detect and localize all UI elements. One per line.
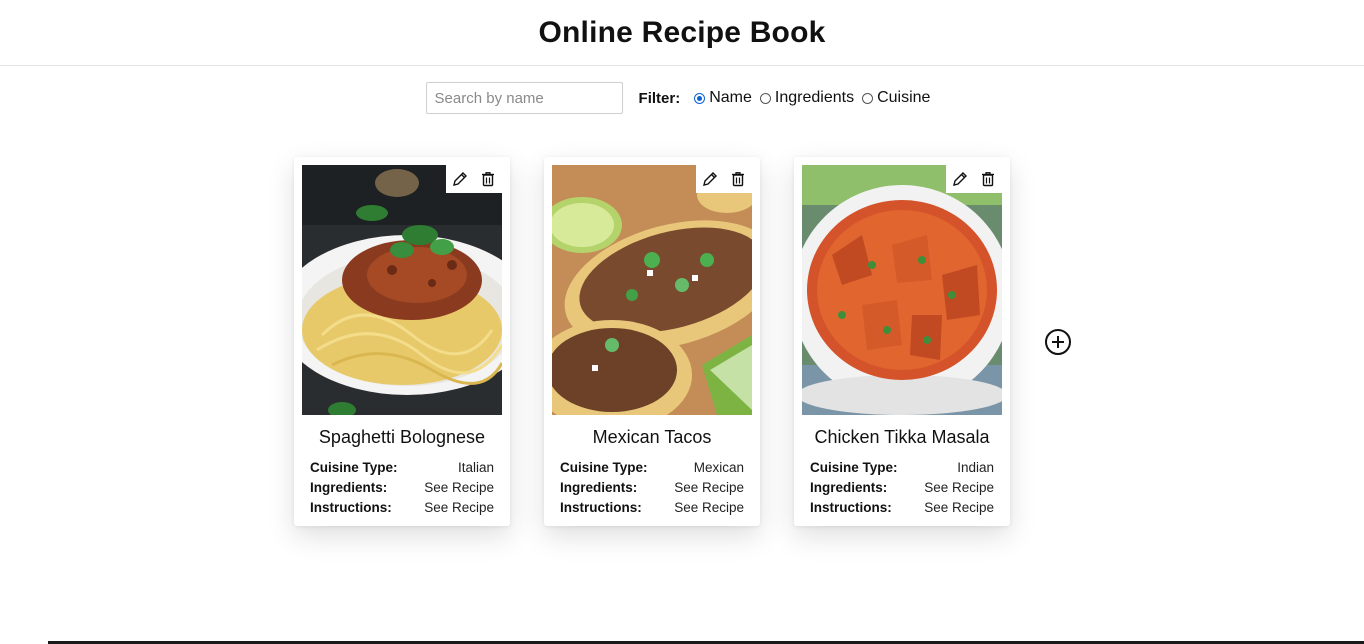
filter-option-label: Name [709,89,752,106]
see-recipe-link[interactable]: See Recipe [924,498,994,518]
filter-radio-group: Name Ingredients Cuisine [694,89,938,107]
recipe-card[interactable]: Chicken Tikka Masala Cuisine Type: India… [794,157,1010,526]
filter-option-label: Ingredients [774,89,855,106]
info-key: Instructions: [810,500,892,515]
info-key: Cuisine Type: [560,460,648,475]
info-row-cuisine: Cuisine Type: Mexican [552,458,752,478]
see-recipe-link[interactable]: See Recipe [924,478,994,498]
trash-icon[interactable] [978,169,998,189]
info-value: Mexican [693,460,744,475]
info-row-cuisine: Cuisine Type: Indian [802,458,1002,478]
info-key: Instructions: [560,500,642,515]
see-recipe-link[interactable]: See Recipe [424,498,494,518]
page-title: Online Recipe Book [538,15,826,49]
search-input[interactable] [425,82,623,114]
chicken-tikka-masala-photo [802,165,1002,415]
recipe-title: Spaghetti Bolognese [318,427,486,447]
pencil-icon[interactable] [700,169,720,189]
info-key: Cuisine Type: [310,460,398,475]
info-key: Ingredients: [560,480,638,495]
spaghetti-bolognese-photo [302,165,502,415]
card-actions [946,165,1002,193]
see-recipe-link[interactable]: See Recipe [674,478,744,498]
recipe-image [302,165,502,415]
recipe-image [802,165,1002,415]
mexican-tacos-photo [552,165,752,415]
filter-option-cuisine[interactable]: Cuisine [862,89,930,107]
info-value: Indian [957,460,994,475]
radio-button-name[interactable] [694,92,706,104]
trash-icon[interactable] [728,169,748,189]
filter-label: Filter: [638,89,681,107]
recipe-image [552,165,752,415]
info-row-ingredients: Ingredients: See Recipe [552,478,752,498]
radio-button-cuisine[interactable] [862,92,874,104]
header: Online Recipe Book [0,0,1364,66]
info-key: Instructions: [310,500,392,515]
info-row-ingredients: Ingredients: See Recipe [802,478,1002,498]
card-actions [696,165,752,193]
info-key: Ingredients: [310,480,388,495]
pencil-icon[interactable] [450,169,470,189]
info-row-ingredients: Ingredients: See Recipe [302,478,502,498]
info-row-instructions: Instructions: See Recipe [302,498,502,518]
info-row-instructions: Instructions: See Recipe [802,498,1002,518]
recipe-card[interactable]: Spaghetti Bolognese Cuisine Type: Italia… [294,157,510,526]
recipe-title: Chicken Tikka Masala [814,427,990,447]
see-recipe-link[interactable]: See Recipe [674,498,744,518]
info-key: Cuisine Type: [810,460,898,475]
card-actions [446,165,502,193]
info-value: Italian [457,460,494,475]
info-key: Ingredients: [810,480,888,495]
filter-option-label: Cuisine [877,89,931,106]
see-recipe-link[interactable]: See Recipe [424,478,494,498]
recipe-card-list: Spaghetti Bolognese Cuisine Type: Italia… [294,157,1044,526]
recipe-title: Mexican Tacos [592,427,712,447]
radio-button-ingredients[interactable] [759,92,771,104]
info-row-instructions: Instructions: See Recipe [552,498,752,518]
filter-option-ingredients[interactable]: Ingredients [759,89,855,107]
search-filter-bar: Filter: Name Ingredients Cuisine [0,82,1364,114]
app-root: Online Recipe Book Filter: Name Ingredie… [0,0,1364,644]
info-row-cuisine: Cuisine Type: Italian [302,458,502,478]
trash-icon[interactable] [478,169,498,189]
recipe-card[interactable]: Mexican Tacos Cuisine Type: Mexican Ingr… [544,157,760,526]
add-recipe-button[interactable] [1044,328,1072,356]
filter-option-name[interactable]: Name [694,89,752,107]
pencil-icon[interactable] [950,169,970,189]
plus-circle-icon [1045,329,1071,355]
